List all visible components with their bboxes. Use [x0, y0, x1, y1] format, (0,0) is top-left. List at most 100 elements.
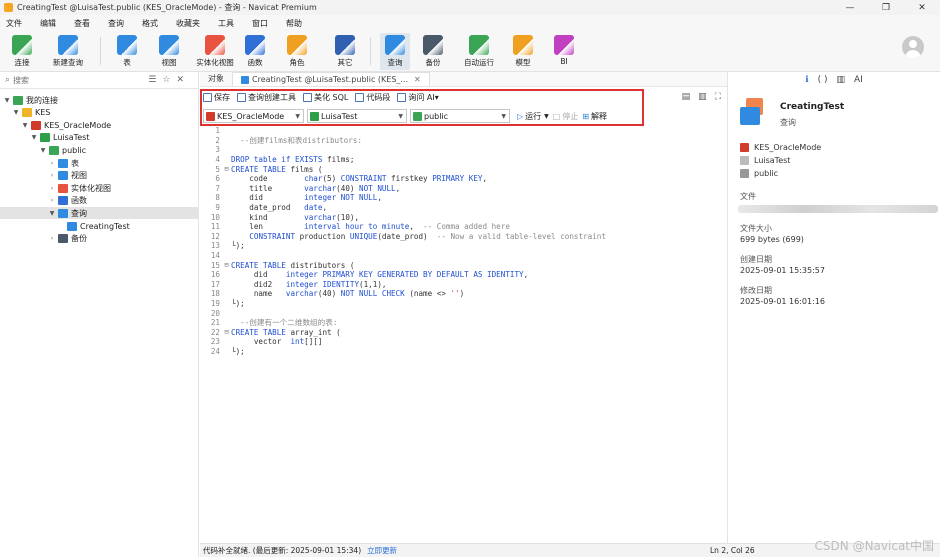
chevron-down-icon: ▼: [544, 112, 549, 120]
explain-button[interactable]: ⊞ 解释: [582, 111, 607, 122]
expanded-caret-icon[interactable]: ▼: [3, 97, 11, 104]
sql-token: distributors (: [290, 260, 355, 270]
sql-keyword: date: [304, 203, 323, 213]
database-select[interactable]: LuisaTest ▼: [307, 109, 407, 123]
maximize-button[interactable]: ❐: [868, 0, 904, 15]
status-text: 代码补全就绪. (最后更新: 2025-09-01 15:34): [203, 546, 362, 555]
tree-node[interactable]: ▼ LuisaTest: [0, 132, 199, 144]
tree-node-label: public: [62, 145, 87, 155]
collapsed-caret-icon[interactable]: ›: [48, 160, 56, 167]
split-vertical-icon[interactable]: ▥: [698, 92, 707, 102]
window-title: CreatingTest @LuisaTest.public (KES_Orac…: [17, 3, 317, 12]
expanded-caret-icon[interactable]: ▼: [12, 109, 20, 116]
menu-item[interactable]: 文件: [6, 18, 22, 29]
favorite-icon[interactable]: ☆: [162, 75, 170, 85]
tree-node[interactable]: ▼ 查询: [0, 207, 199, 220]
sql-keyword: CONSTRAINT: [249, 231, 300, 241]
code-icon[interactable]: ( ): [818, 75, 828, 85]
sql-token: ,: [377, 193, 382, 203]
tree-node-label: 表: [71, 158, 79, 168]
code-line: 7 title varchar(40) NOT NULL,: [200, 184, 727, 194]
expanded-caret-icon[interactable]: ▼: [21, 122, 29, 129]
toolbar-button-view[interactable]: 视图: [154, 33, 184, 70]
expanded-caret-icon[interactable]: ▼: [48, 210, 56, 217]
update-now-link[interactable]: 立即更新: [367, 545, 397, 556]
query-editor-area: 对象 CreatingTest @LuisaTest.public (KES_.…: [200, 72, 727, 557]
fullscreen-icon[interactable]: ⛶: [715, 92, 721, 102]
sql-string: '': [450, 289, 460, 299]
toolbar-button-materialized-view[interactable]: 实体化视图: [194, 33, 236, 70]
redacted-file-path: [738, 205, 938, 213]
tree-node[interactable]: ▼ 我的连接: [0, 94, 199, 106]
toolbar-button-backup[interactable]: 备份: [418, 33, 448, 70]
code-snippet-button[interactable]: 代码段: [355, 92, 390, 103]
menu-item[interactable]: 收藏夹: [176, 18, 200, 29]
tree-node[interactable]: › 备份: [0, 233, 199, 245]
toolbar-button-role[interactable]: 角色: [282, 33, 312, 70]
tree-node[interactable]: ▼ public: [0, 144, 199, 156]
collapsed-caret-icon[interactable]: ›: [48, 185, 56, 192]
tab-creatingtest[interactable]: CreatingTest @LuisaTest.public (KES_... …: [232, 72, 430, 86]
tab-objects[interactable]: 对象: [200, 71, 232, 86]
menu-item[interactable]: 查询: [108, 18, 124, 29]
menu-item[interactable]: 格式: [142, 18, 158, 29]
collapsed-caret-icon[interactable]: ›: [48, 197, 56, 204]
close-window-button[interactable]: ✕: [904, 0, 940, 15]
fold-icon[interactable]: ⊟: [222, 261, 231, 269]
sql-keyword: integer IDENTITY: [285, 279, 360, 289]
split-horizontal-icon[interactable]: ▤: [682, 92, 691, 102]
beautify-sql-button[interactable]: 美化 SQL: [303, 92, 348, 103]
expanded-caret-icon[interactable]: ▼: [39, 147, 47, 154]
schema-select[interactable]: public ▼: [410, 109, 510, 123]
tree-node[interactable]: › 视图: [0, 170, 199, 182]
toolbar-button-model[interactable]: 模型: [508, 33, 538, 70]
query-builder-button[interactable]: 查询创建工具: [237, 92, 296, 103]
menu-item[interactable]: 编辑: [40, 18, 56, 29]
menu-item[interactable]: 帮助: [286, 18, 302, 29]
tab-close-icon[interactable]: ✕: [414, 75, 421, 84]
toolbar-button-connection[interactable]: 连接: [6, 33, 38, 70]
expanded-caret-icon[interactable]: ▼: [30, 134, 38, 141]
minimize-button[interactable]: —: [832, 0, 868, 15]
save-button[interactable]: 保存: [203, 92, 230, 103]
clear-icon[interactable]: ✕: [176, 75, 184, 85]
beautify-sql-icon: [303, 92, 312, 102]
fold-icon[interactable]: ⊟: [222, 328, 231, 336]
tree-node[interactable]: ▼ KES: [0, 107, 199, 119]
user-avatar[interactable]: [902, 36, 924, 58]
tree-search-input[interactable]: [13, 75, 134, 85]
toolbar-button-new-query[interactable]: 新建查询: [46, 33, 90, 70]
tree-node[interactable]: ▼ KES_OracleMode: [0, 119, 199, 131]
run-button[interactable]: ▷ 运行 ▼: [517, 111, 549, 122]
tree-node[interactable]: CreatingTest: [0, 220, 199, 232]
sql-keyword: CREATE TABLE: [231, 260, 291, 270]
toolbar-button-function[interactable]: 函数: [240, 33, 270, 70]
menu-item[interactable]: 窗口: [252, 18, 268, 29]
stop-button[interactable]: □ 停止: [553, 111, 579, 122]
toolbar-button-other[interactable]: 其它: [328, 33, 362, 70]
menu-item[interactable]: 查看: [74, 18, 90, 29]
ask-ai-button[interactable]: 询问 AI ▾: [397, 92, 439, 103]
filter-icon[interactable]: ☰: [148, 75, 156, 85]
collapsed-caret-icon[interactable]: ›: [48, 235, 56, 242]
sql-token: films (: [290, 164, 323, 174]
tree-node[interactable]: › 表: [0, 157, 199, 169]
menu-item[interactable]: 工具: [218, 18, 234, 29]
run-label: 运行: [525, 111, 542, 121]
info-schema-value: public: [754, 169, 779, 178]
info-icon[interactable]: ℹ: [805, 75, 808, 85]
toolbar-button-bi[interactable]: BI: [550, 33, 578, 70]
sql-editor[interactable]: 12 --创建films和表distributors: 3 4 DROP table …: [200, 126, 727, 544]
fold-icon[interactable]: ⊟: [222, 165, 231, 173]
columns-icon[interactable]: ▥: [836, 75, 845, 85]
toolbar-button-automation[interactable]: 自动运行: [458, 33, 500, 70]
connection-select[interactable]: KES_OracleMode ▼: [203, 109, 304, 123]
collapsed-caret-icon[interactable]: ›: [48, 172, 56, 179]
code-line: 18 name varchar(40) NOT NULL CHECK (name…: [200, 289, 727, 299]
toolbar-button-query[interactable]: 查询: [380, 33, 410, 70]
tree-node[interactable]: › 函数: [0, 195, 199, 207]
ai-icon[interactable]: AI: [854, 75, 863, 85]
toolbar-button-table[interactable]: 表: [112, 33, 142, 70]
code-text: did2 integer IDENTITY(1,1),: [231, 279, 387, 289]
tree-node[interactable]: › 实体化视图: [0, 182, 199, 194]
